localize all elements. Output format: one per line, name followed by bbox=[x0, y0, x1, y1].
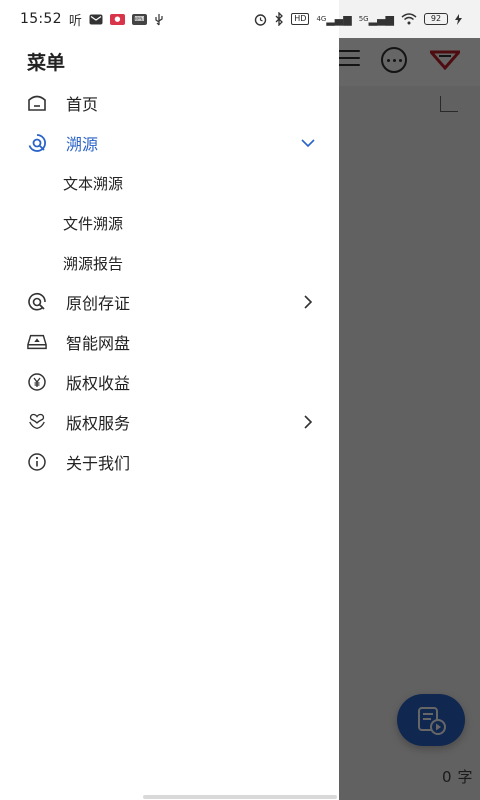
sub-item-trace-report[interactable]: 溯源报告 bbox=[0, 243, 339, 283]
menu-item-copyright-income-label: 版权收益 bbox=[66, 374, 131, 393]
status-time: 15:52 bbox=[20, 11, 62, 27]
menu-item-home-label: 首页 bbox=[66, 95, 99, 114]
bluetooth-icon bbox=[275, 12, 284, 26]
signal-5g-icon: 5G ▂▄▆ bbox=[358, 12, 394, 26]
menu-item-copyright-service-label: 版权服务 bbox=[66, 414, 131, 433]
menu-item-original-cert[interactable]: 原创存证 bbox=[0, 282, 339, 322]
charging-icon bbox=[455, 13, 462, 25]
trace-icon bbox=[27, 133, 47, 153]
signal-4g-icon: 4G ▂▄▆ bbox=[316, 12, 352, 26]
sub-item-text-trace-label: 文本溯源 bbox=[63, 174, 124, 193]
home-indicator[interactable] bbox=[143, 795, 337, 799]
menu-item-home[interactable]: 首页 bbox=[0, 83, 339, 123]
menu-item-copyright-income[interactable]: 版权收益 bbox=[0, 362, 339, 402]
usb-icon bbox=[155, 13, 163, 25]
wifi-icon bbox=[401, 13, 417, 25]
menu-item-trace[interactable]: 溯源 bbox=[0, 123, 339, 163]
drawer-title: 菜单 bbox=[27, 52, 66, 74]
home-icon bbox=[27, 93, 47, 113]
chevron-right-icon[interactable] bbox=[300, 414, 316, 430]
notification-badge-icon: ● bbox=[109, 13, 125, 25]
battery-icon: 92 bbox=[424, 13, 448, 25]
menu-item-trace-label: 溯源 bbox=[66, 135, 99, 154]
navigation-drawer: 菜单 首页 溯源 文本溯源 文件溯源 溯源报告 原创存证 智能网盘 版权收益 版… bbox=[0, 0, 339, 800]
original-cert-icon bbox=[27, 292, 47, 312]
hd-icon: HD bbox=[291, 13, 310, 25]
sub-item-text-trace[interactable]: 文本溯源 bbox=[0, 163, 339, 203]
app-label: 听 bbox=[68, 13, 82, 29]
menu-item-about-us-label: 关于我们 bbox=[66, 454, 131, 473]
sub-item-file-trace[interactable]: 文件溯源 bbox=[0, 203, 339, 243]
sub-item-file-trace-label: 文件溯源 bbox=[63, 214, 124, 233]
alarm-icon bbox=[255, 13, 267, 26]
sub-item-trace-report-label: 溯源报告 bbox=[63, 254, 124, 273]
menu-item-cloud-drive[interactable]: 智能网盘 bbox=[0, 322, 339, 362]
menu-item-original-cert-label: 原创存证 bbox=[66, 294, 131, 313]
chevron-down-icon[interactable] bbox=[300, 135, 316, 151]
chevron-right-icon[interactable] bbox=[300, 294, 316, 310]
heart-service-icon bbox=[27, 412, 47, 432]
yuan-icon bbox=[27, 372, 47, 392]
info-icon bbox=[27, 452, 47, 472]
keyboard-icon: ⌨ bbox=[131, 13, 147, 25]
cloud-drive-icon bbox=[27, 332, 47, 352]
network-5g-label: 5G bbox=[358, 15, 369, 23]
menu-item-about-us[interactable]: 关于我们 bbox=[0, 442, 339, 482]
status-bar: 15:52 听 ● ⌨ HD 4G ▂▄▆ 5G ▂▄▆ 92 bbox=[0, 0, 480, 38]
mail-icon bbox=[89, 14, 103, 24]
menu-item-copyright-service[interactable]: 版权服务 bbox=[0, 402, 339, 442]
menu-item-cloud-drive-label: 智能网盘 bbox=[66, 334, 131, 353]
network-4g-label: 4G bbox=[316, 15, 327, 23]
